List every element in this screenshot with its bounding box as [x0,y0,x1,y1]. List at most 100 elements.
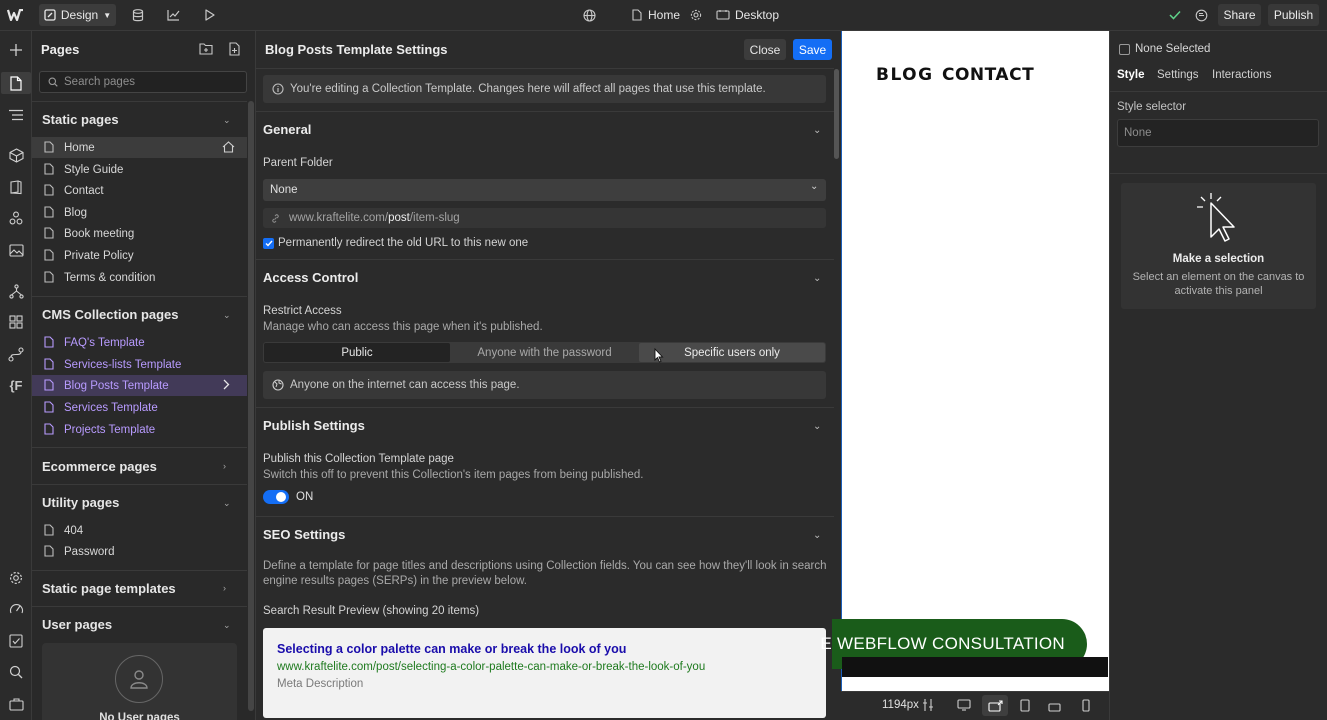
preview-play-icon[interactable] [200,4,218,26]
chevron-down-icon[interactable]: ⌄ [223,620,233,630]
chevron-down-icon: ⌄ [810,181,819,192]
style-selector-input[interactable]: None [1117,119,1319,147]
chevron-down-icon[interactable]: ⌄ [223,310,233,320]
divider [256,68,834,69]
access-control-section-header[interactable]: Access Control [263,270,358,285]
style-manager-drops-icon[interactable] [6,208,26,228]
desktop-view-icon[interactable] [957,699,971,714]
access-option-specific-users[interactable]: Specific users only [639,343,825,362]
chevron-right-icon[interactable] [223,379,230,390]
url-slug-field[interactable]: www.kraftelite.com/post/item-slug [263,208,826,228]
tab-style[interactable]: Style [1117,69,1145,81]
tasks-checkbox-icon[interactable] [6,631,26,651]
tablet-view-icon[interactable] [1020,699,1030,715]
general-section-header[interactable]: General [263,122,311,137]
search-pages-placeholder: Search pages [64,76,135,88]
pages-icon[interactable] [1,72,31,94]
divider [32,570,247,571]
chevron-down-icon[interactable]: ⌄ [223,115,233,125]
pages-scrollbar[interactable] [248,101,254,711]
page-item-contact[interactable]: Contact [32,180,247,201]
page-item-home[interactable]: Home [32,137,247,158]
mobile-portrait-view-icon[interactable] [1082,699,1090,715]
interactions-path-icon[interactable] [6,344,26,364]
user-pages-header[interactable]: User pages [42,617,112,632]
seo-description-line1: Define a template for page titles and de… [263,560,827,572]
redirect-checkbox[interactable] [263,237,274,249]
search-pages-input[interactable]: Search pages [39,71,247,93]
breakpoint-selector[interactable]: Desktop [716,4,779,26]
cms-item-projects[interactable]: Projects Template [32,419,247,440]
seo-settings-section-header[interactable]: SEO Settings [263,527,345,542]
components-cube-icon[interactable] [6,145,26,165]
comments-icon[interactable] [1192,4,1210,26]
page-icon [44,227,55,240]
cms-pages-header[interactable]: CMS Collection pages [42,307,179,322]
page-item-book-meeting[interactable]: Book meeting [32,223,247,244]
publish-settings-section-header[interactable]: Publish Settings [263,418,365,433]
audit-gauge-icon[interactable] [6,599,26,619]
chevron-right-icon[interactable]: › [223,461,233,471]
settings-gear-icon[interactable] [6,568,26,588]
page-item-private-policy[interactable]: Private Policy [32,245,247,266]
design-canvas[interactable]: BLOG CONTACT E WEBFLOW CONSULTATION [820,31,1109,691]
cms-item-blog-posts[interactable]: Blog Posts Template [32,375,247,396]
analytics-icon[interactable] [164,4,182,26]
publish-button[interactable]: Publish [1268,4,1319,26]
page-item-terms[interactable]: Terms & condition [32,267,247,288]
cms-item-services-lists[interactable]: Services-lists Template [32,354,247,375]
selection-checkbox-icon [1119,44,1130,55]
canvas-nav-blog[interactable]: BLOG [876,65,934,85]
design-mode-button[interactable]: Design ▼ [39,4,116,26]
width-adjust-icon[interactable] [922,698,934,715]
new-folder-icon[interactable] [199,42,213,58]
help-briefcase-icon[interactable] [6,694,26,714]
access-option-password[interactable]: Anyone with the password [451,343,638,362]
chevron-down-icon[interactable]: ⌄ [223,498,233,508]
settings-scrollbar[interactable] [834,69,839,159]
mobile-landscape-view-icon[interactable] [1048,701,1061,715]
new-page-icon[interactable] [228,42,241,59]
page-item-404[interactable]: 404 [32,520,247,541]
assets-image-icon[interactable] [6,240,26,260]
desktop-base-breakpoint-icon[interactable] [982,695,1008,716]
page-settings-gear-icon[interactable] [688,4,704,26]
chevron-down-icon[interactable]: ⌄ [813,530,821,541]
cms-database-icon[interactable] [129,4,147,26]
variables-book-icon[interactable] [6,177,26,197]
page-item-blog[interactable]: Blog [32,202,247,223]
static-pages-header[interactable]: Static pages [42,112,119,127]
parent-folder-select[interactable]: None ⌄ [263,179,826,201]
current-page-selector[interactable]: Home [632,4,680,26]
ecommerce-pages-header[interactable]: Ecommerce pages [42,459,157,474]
logic-flow-icon[interactable] [6,281,26,301]
add-elements-plus-icon[interactable] [6,40,26,60]
globe-icon[interactable] [580,4,598,26]
search-icon[interactable] [6,662,26,682]
publish-toggle[interactable] [263,490,289,504]
chevron-down-icon[interactable]: ⌄ [813,273,821,284]
page-item-style-guide[interactable]: Style Guide [32,159,247,180]
share-button[interactable]: Share [1218,4,1261,26]
chevron-right-icon[interactable]: › [223,583,233,593]
utility-pages-header[interactable]: Utility pages [42,495,119,510]
empty-selection-card: Make a selection Select an element on th… [1121,183,1316,309]
code-braces-icon[interactable]: {F [6,375,26,395]
navigator-icon[interactable] [6,105,26,125]
cms-item-services[interactable]: Services Template [32,397,247,418]
access-option-public[interactable]: Public [264,343,450,362]
tab-settings[interactable]: Settings [1157,69,1199,81]
close-button[interactable]: Close [744,39,786,60]
divider [256,111,834,112]
tab-interactions[interactable]: Interactions [1212,69,1271,81]
redirect-checkbox-row[interactable]: Permanently redirect the old URL to this… [263,237,528,249]
static-templates-header[interactable]: Static page templates [42,581,176,596]
save-button[interactable]: Save [793,39,832,60]
webflow-logo-icon[interactable] [6,4,26,26]
cms-item-faq[interactable]: FAQ's Template [32,332,247,353]
apps-grid-icon[interactable] [6,312,26,332]
canvas-nav-contact[interactable]: CONTACT [942,65,1034,85]
chevron-down-icon[interactable]: ⌄ [813,125,821,136]
page-item-password[interactable]: Password [32,541,247,562]
chevron-down-icon[interactable]: ⌄ [813,421,821,432]
